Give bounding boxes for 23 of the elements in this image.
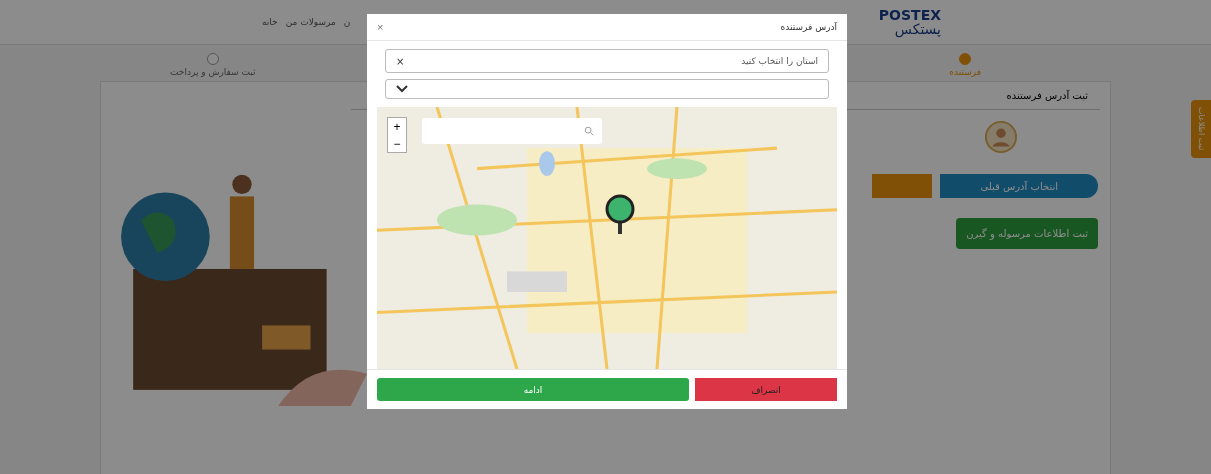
province-select[interactable]: استان را انتخاب کنید × [385,49,829,73]
map-placeholder[interactable]: + − [377,107,837,369]
logo-text: POSTEX [878,8,941,22]
nav-link[interactable]: خانه [262,17,278,27]
step-label: فرستنده [949,67,981,77]
close-button[interactable]: × [377,21,384,33]
city-select[interactable] [385,79,829,99]
chevron-down-icon [396,85,408,93]
map-search-field[interactable] [422,118,602,144]
search-icon [584,126,594,136]
map-pin-icon [605,194,635,236]
nav-link[interactable]: ن [343,17,351,27]
step-label: ثبت سفارش و پرداخت [170,67,256,77]
action-button[interactable] [872,174,933,198]
previous-address-button[interactable]: انتخاب آدرس قبلی [940,174,1098,198]
modal-title: آدرس فرستنده [780,22,837,32]
nav-link[interactable]: مرسولات من [285,17,336,27]
side-tab[interactable]: ثبت اطلاعات [1191,100,1211,158]
next-step-button[interactable]: ثبت اطلاعات مرسوله و گیرن [956,218,1098,249]
continue-button[interactable]: ادامه [377,378,689,401]
logo-text: پستکس [893,22,941,36]
cancel-button[interactable]: انصراف [695,378,837,401]
user-avatar-icon [984,120,1018,154]
